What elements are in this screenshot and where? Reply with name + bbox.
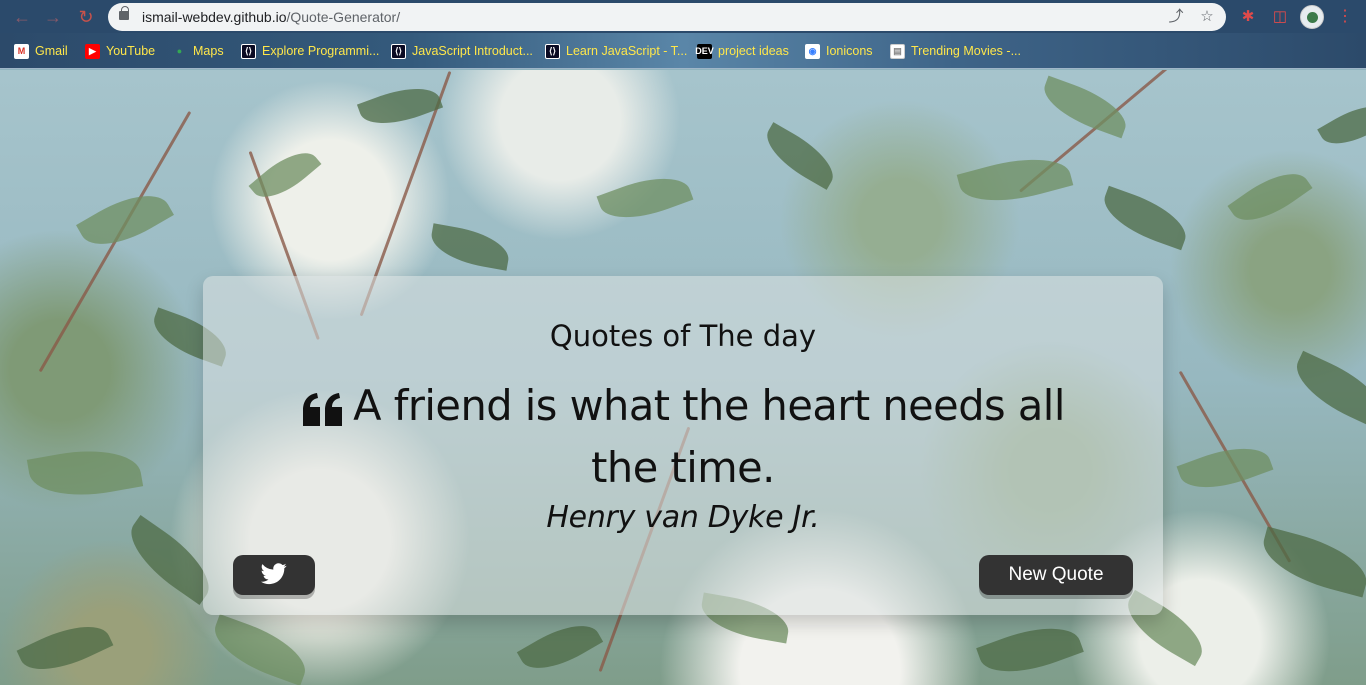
background-leaf xyxy=(26,440,144,506)
gmail-icon: M xyxy=(14,43,29,59)
browser-toolbar: ← → ↻ ismail-webdev.github.io/Quote-Gene… xyxy=(0,0,1366,33)
youtube-icon: ▶ xyxy=(85,43,100,59)
reload-icon[interactable]: ↻ xyxy=(75,6,97,28)
card-title: Quotes of The day xyxy=(549,319,817,353)
dev-icon: DEV xyxy=(695,43,714,59)
new-quote-button[interactable]: New Quote xyxy=(979,555,1133,595)
extensions-puzzle-icon[interactable]: ✱ xyxy=(1237,6,1259,28)
background-leaf xyxy=(596,165,694,231)
background-leaf xyxy=(1096,185,1194,251)
profile-avatar[interactable] xyxy=(1300,5,1324,29)
url-host: ismail-webdev.github.io xyxy=(142,9,287,25)
freecodecamp-icon: ⟨⟩ xyxy=(241,43,256,59)
back-arrow-icon[interactable]: ← xyxy=(11,6,33,28)
forward-arrow-icon[interactable]: → xyxy=(42,6,64,28)
background-leaf xyxy=(757,122,843,190)
bookmark-item[interactable]: ⟨⟩ JavaScript Introduct... xyxy=(391,42,533,60)
address-bar[interactable]: ismail-webdev.github.io/Quote-Generator/… xyxy=(108,3,1226,31)
background-leaf xyxy=(976,614,1084,685)
bookmark-item[interactable]: M Gmail xyxy=(14,42,68,60)
share-icon[interactable]: ⤴ xyxy=(1166,7,1186,27)
bookmark-item[interactable]: ▤ Trending Movies -... xyxy=(890,42,1021,60)
page-background: Quotes of The day A friend is what the h… xyxy=(0,70,1366,685)
bookmark-star-icon[interactable]: ☆ xyxy=(1197,7,1217,27)
background-leaf xyxy=(1227,160,1313,234)
tweet-button[interactable] xyxy=(233,555,315,595)
background-leaf xyxy=(16,612,114,684)
bookmark-item[interactable]: ▶ YouTube xyxy=(85,42,155,60)
lock-icon xyxy=(119,6,129,20)
maps-pin-icon: ● xyxy=(176,46,183,56)
background-leaf xyxy=(516,612,604,682)
browser-menu-icon[interactable]: ⋮ xyxy=(1337,6,1353,28)
quote-card: Quotes of The day A friend is what the h… xyxy=(203,276,1163,615)
quote-mark-icon xyxy=(301,387,345,441)
background-leaf xyxy=(1176,435,1274,501)
bookmark-item[interactable]: ● Maps xyxy=(172,42,224,60)
quote-author: Henry van Dyke Jr. xyxy=(546,500,820,535)
page-icon: ▤ xyxy=(890,43,905,59)
bookmark-item[interactable]: DEV project ideas xyxy=(695,42,789,60)
bookmark-label: Gmail xyxy=(35,44,68,58)
ionicons-icon: ◉ xyxy=(805,43,820,59)
bookmark-item[interactable]: ⟨⟩ Learn JavaScript - T... xyxy=(545,42,687,60)
background-leaf xyxy=(1256,526,1366,598)
bookmark-label: Trending Movies -... xyxy=(911,44,1021,58)
bookmark-label: JavaScript Introduct... xyxy=(412,44,533,58)
background-leaf xyxy=(1317,94,1366,156)
url-path: /Quote-Generator/ xyxy=(286,9,401,25)
freecodecamp-icon: ⟨⟩ xyxy=(391,43,406,59)
bookmark-label: Maps xyxy=(193,44,224,58)
side-panel-icon[interactable]: ◫ xyxy=(1269,6,1291,28)
background-leaf xyxy=(76,180,174,260)
bookmark-label: Explore Programmi... xyxy=(262,44,380,58)
url-text[interactable]: ismail-webdev.github.io/Quote-Generator/ xyxy=(142,9,400,25)
twitter-icon xyxy=(261,562,287,584)
background-leaf xyxy=(956,146,1074,214)
bookmark-label: YouTube xyxy=(106,44,156,58)
quote-text: A friend is what the heart needs all the… xyxy=(353,381,1065,492)
background-leaf xyxy=(1286,350,1366,430)
bookmark-item[interactable]: ◉ Ionicons xyxy=(805,42,873,60)
background-leaf xyxy=(206,614,314,685)
freecodecamp-icon: ⟨⟩ xyxy=(545,43,560,59)
bookmark-label: Learn JavaScript - T... xyxy=(566,44,688,58)
quote-block: A friend is what the heart needs all the… xyxy=(265,379,1101,495)
background-leaf xyxy=(427,223,513,271)
bookmark-item[interactable]: ⟨⟩ Explore Programmi... xyxy=(241,42,379,60)
bookmark-label: Ionicons xyxy=(826,44,873,58)
bookmark-label: project ideas xyxy=(718,44,789,58)
bookmarks-bar: M Gmail ▶ YouTube ● Maps ⟨⟩ Explore Programmi..… xyxy=(0,33,1366,69)
